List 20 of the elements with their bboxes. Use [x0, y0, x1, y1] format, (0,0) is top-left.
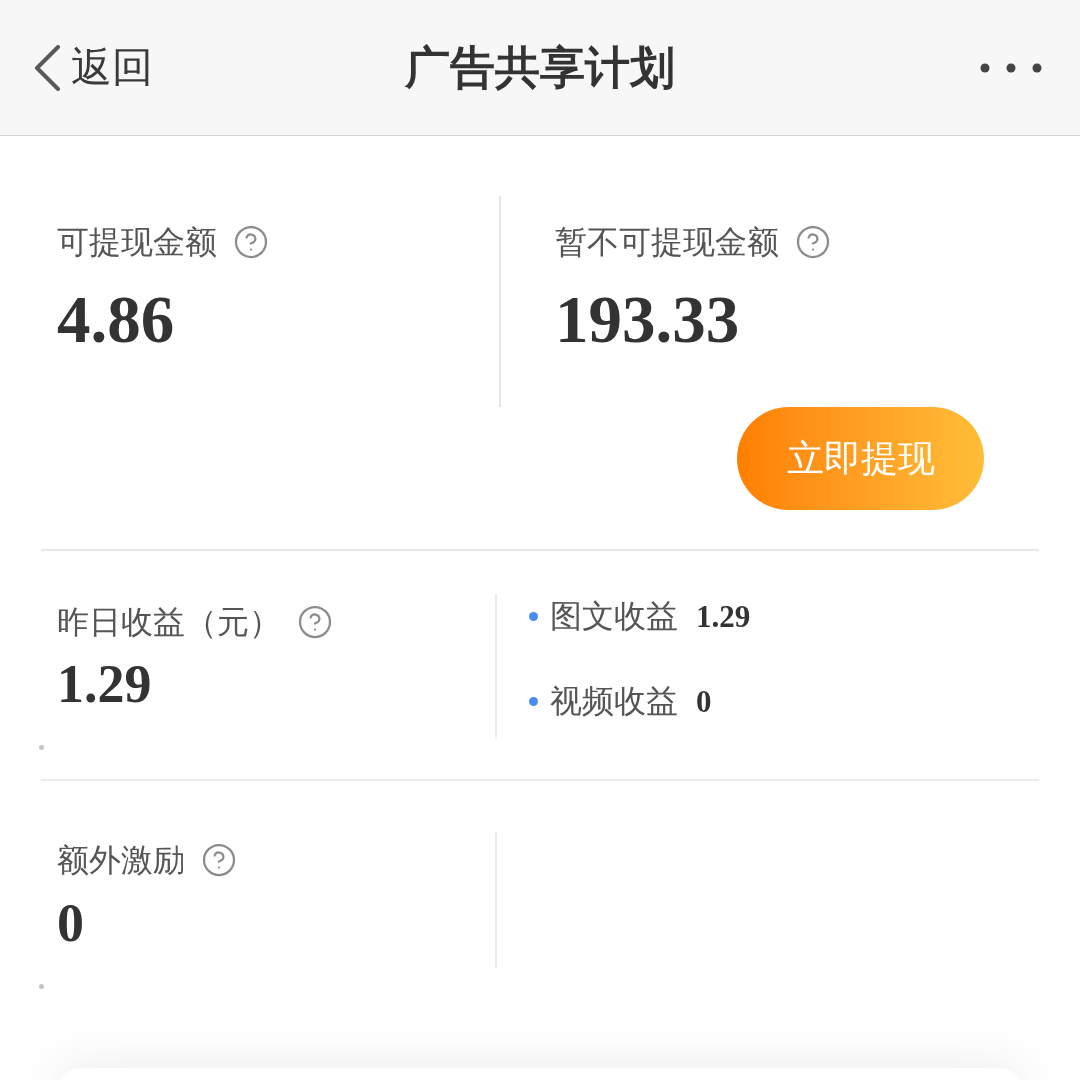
help-icon[interactable] [297, 604, 333, 640]
page-title: 广告共享计划 [405, 45, 675, 90]
help-icon[interactable] [795, 224, 831, 260]
help-icon[interactable] [233, 224, 269, 260]
amount-value: 193.33 [555, 286, 740, 353]
income-label: 视频收益 [550, 685, 678, 717]
amount-label: 暂不可提现金额 [555, 226, 779, 258]
back-chevron-icon [33, 44, 61, 91]
income-label: 图文收益 [550, 600, 678, 632]
amount-value: 0 [57, 896, 84, 950]
back-button[interactable]: 返回 [33, 44, 153, 91]
amount-value: 1.29 [57, 657, 152, 711]
more-icon [980, 62, 1042, 73]
amount-value: 4.86 [57, 286, 175, 353]
income-value: 1.29 [696, 600, 751, 632]
amount-label: 昨日收益（元） [57, 606, 281, 638]
help-icon[interactable] [201, 842, 237, 878]
amount-label: 额外激励 [57, 844, 185, 876]
amount-label: 可提现金额 [57, 226, 217, 258]
income-value: 0 [696, 685, 712, 717]
